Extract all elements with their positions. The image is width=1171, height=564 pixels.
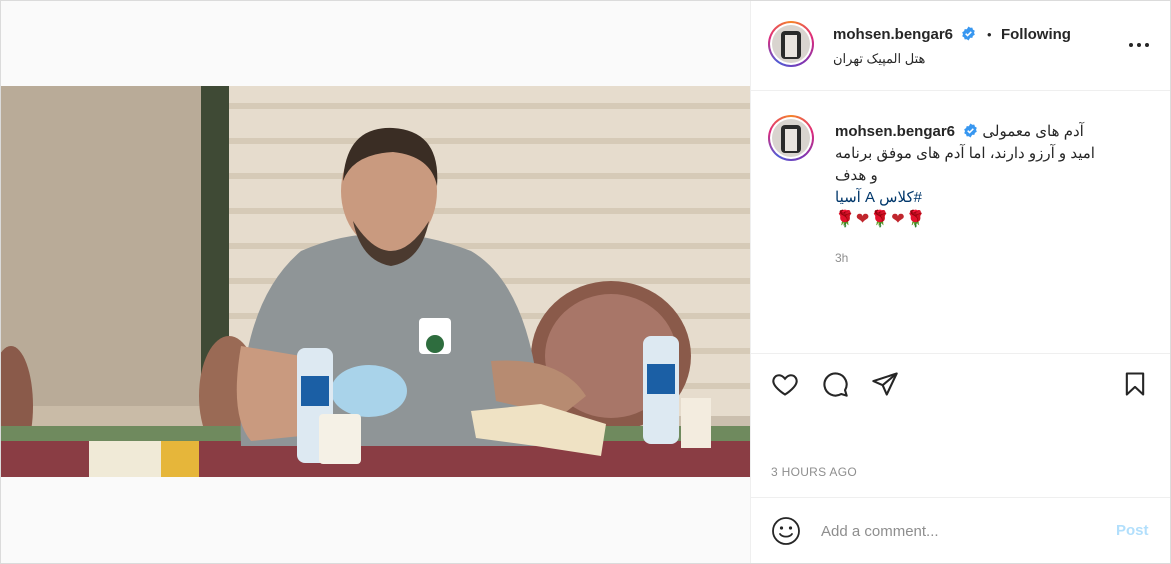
paper-plane-icon[interactable] xyxy=(871,370,899,398)
caption-time: 3h xyxy=(835,251,849,265)
media-area xyxy=(1,1,750,563)
author-avatar[interactable] xyxy=(768,21,814,67)
post-header: mohsen.bengar6 • Following هتل المپیک ته… xyxy=(751,1,1170,91)
heart-icon[interactable] xyxy=(771,370,799,398)
action-bar xyxy=(751,353,1170,413)
more-options-icon[interactable] xyxy=(1127,35,1151,55)
comment-input[interactable] xyxy=(821,518,1091,544)
add-comment-row: Post xyxy=(751,497,1170,563)
verified-badge-icon xyxy=(964,123,977,138)
author-username[interactable]: mohsen.bengar6 xyxy=(833,26,953,43)
comment-icon[interactable] xyxy=(821,370,849,398)
photo-illustration xyxy=(1,86,750,477)
bookmark-icon[interactable] xyxy=(1121,370,1149,398)
caption-username[interactable]: mohsen.bengar6 xyxy=(835,123,955,140)
separator-dot: • xyxy=(986,27,992,42)
post-details-panel: mohsen.bengar6 • Following هتل المپیک ته… xyxy=(750,1,1170,563)
caption-line-3: و هدف xyxy=(835,167,878,184)
post-photo[interactable] xyxy=(1,86,750,477)
verified-badge-icon xyxy=(962,26,976,41)
comments-area: mohsen.bengar6 آدم های معمولی امید و آرز… xyxy=(751,91,1170,353)
caption-line-2: امید و آرزو دارند، اما آدم های موفق برنا… xyxy=(835,145,1095,162)
following-button[interactable]: Following xyxy=(1001,26,1071,43)
location-link[interactable]: هتل المپیک تهران xyxy=(833,51,925,67)
post-comment-button[interactable]: Post xyxy=(1116,522,1149,539)
post-timestamp[interactable]: 3 HOURS AGO xyxy=(771,465,857,479)
caption-emojis: 🌹❤🌹❤🌹 xyxy=(835,211,927,228)
post-modal: mohsen.bengar6 • Following هتل المپیک ته… xyxy=(0,0,1171,564)
smile-icon[interactable] xyxy=(771,516,801,546)
caption-line-1: آدم های معمولی xyxy=(982,123,1084,140)
caption-hashtag[interactable]: #کلاس A آسیا xyxy=(835,187,1135,209)
author-line: mohsen.bengar6 • Following xyxy=(833,26,1071,44)
caption: mohsen.bengar6 آدم های معمولی امید و آرز… xyxy=(835,121,1135,231)
caption-avatar[interactable] xyxy=(768,115,814,161)
